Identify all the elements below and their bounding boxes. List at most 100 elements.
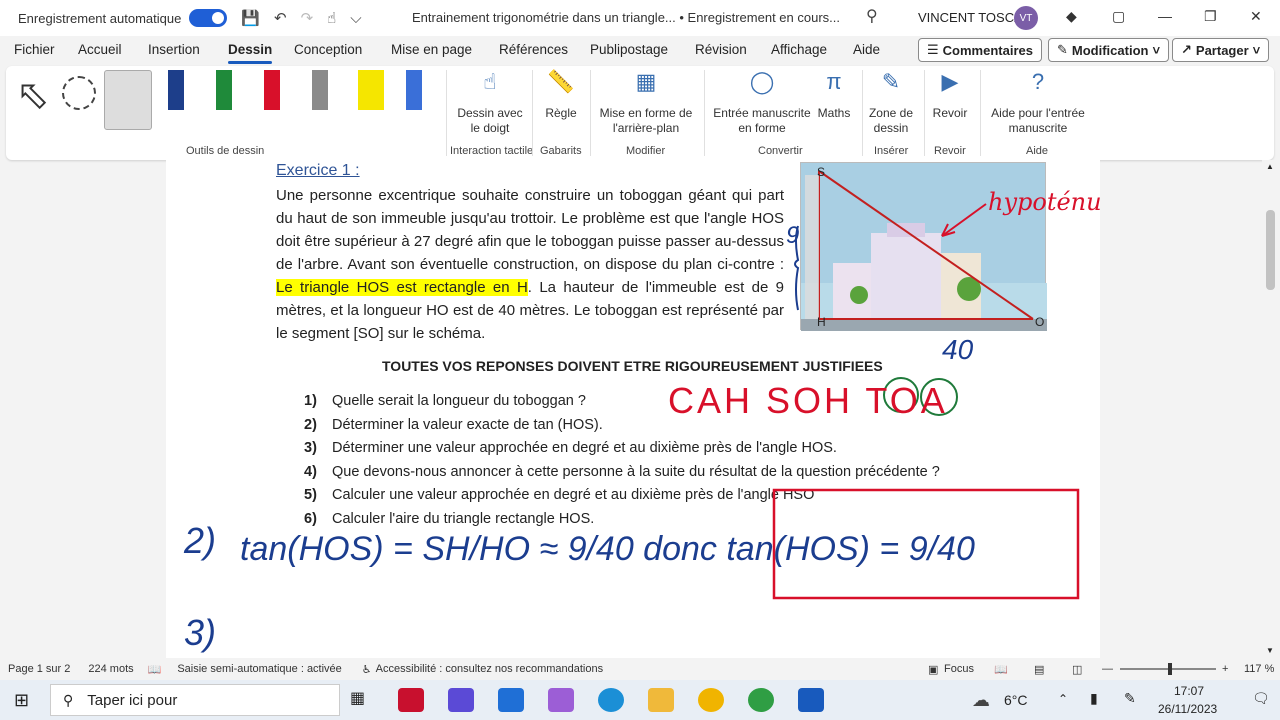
highlighted-text: Le triangle HOS est rectangle en H bbox=[276, 279, 528, 296]
highlighter-icon[interactable] bbox=[358, 70, 384, 110]
ink-help-button[interactable]: ? Aide pour l'entrée manuscrite bbox=[986, 71, 1090, 136]
temperature[interactable]: 6°C bbox=[1004, 692, 1028, 708]
accessibility-status[interactable]: Accessibilité : consultez nos recommanda… bbox=[376, 663, 603, 675]
tab-publipostage[interactable]: Publipostage bbox=[590, 42, 668, 57]
ink-question-3[interactable]: 3) bbox=[184, 612, 216, 654]
redo-icon[interactable]: ↷ bbox=[301, 9, 314, 27]
ink-hypotenuse[interactable]: hypoténuse bbox=[988, 188, 1100, 216]
windows-start-icon[interactable]: ⊞ bbox=[14, 690, 29, 711]
ribbon-display-icon[interactable]: ▢ bbox=[1112, 8, 1125, 25]
print-layout-icon[interactable]: ▤ bbox=[1034, 663, 1044, 676]
chevron-up-icon[interactable]: ⌃ bbox=[1058, 692, 1068, 706]
select-cursor-icon[interactable]: ⬁ bbox=[16, 72, 50, 118]
restore-icon[interactable]: ❐ bbox=[1204, 8, 1217, 25]
editing-mode-button[interactable]: ✎ Modification ˅ bbox=[1048, 38, 1170, 62]
tab-accueil[interactable]: Accueil bbox=[78, 42, 122, 57]
edge-icon[interactable] bbox=[598, 688, 624, 712]
user-name[interactable]: VINCENT TOSCA bbox=[918, 10, 1023, 25]
scroll-down-icon[interactable]: ▼ bbox=[1266, 646, 1274, 655]
separator bbox=[532, 70, 533, 156]
eraser-tool[interactable] bbox=[104, 70, 152, 130]
play-icon: ▶ bbox=[941, 69, 959, 94]
task-view-icon[interactable]: ▦ bbox=[350, 688, 376, 712]
pencil-grey-icon[interactable] bbox=[312, 70, 328, 110]
pen-blue-icon[interactable] bbox=[168, 70, 184, 110]
question-text: Quelle serait la longueur du toboggan ? bbox=[332, 393, 586, 409]
autosave-toggle[interactable] bbox=[189, 9, 228, 27]
mail-icon[interactable] bbox=[498, 688, 524, 712]
zoom-slider-thumb[interactable] bbox=[1168, 663, 1172, 675]
ribbon: ⬁ Outils de dessin ☝ Dessin avec le doigt… bbox=[6, 66, 1274, 160]
app-icon[interactable] bbox=[698, 688, 724, 712]
notification-icon[interactable]: 🗨 bbox=[1252, 690, 1270, 707]
pi-icon: π bbox=[826, 69, 842, 94]
save-icon[interactable]: 💾 bbox=[241, 9, 260, 27]
ink-nine[interactable]: 9 bbox=[786, 222, 799, 250]
drawing-canvas-button[interactable]: ✎ Zone de dessin bbox=[866, 71, 916, 136]
vertical-scrollbar[interactable]: ▲ ▼ bbox=[1262, 160, 1280, 658]
tab-insertion[interactable]: Insertion bbox=[148, 42, 200, 57]
mcafee-icon[interactable] bbox=[398, 688, 424, 712]
background-format-button[interactable]: ▦ Mise en forme de l'arrière-plan bbox=[596, 71, 696, 136]
file-explorer-icon[interactable] bbox=[648, 688, 674, 712]
tab-revision[interactable]: Révision bbox=[695, 42, 747, 57]
zoom-in-icon[interactable]: + bbox=[1222, 663, 1228, 675]
close-icon[interactable]: ✕ bbox=[1250, 8, 1262, 25]
premium-icon[interactable]: ◆ bbox=[1066, 8, 1077, 25]
battery-icon[interactable]: ▮ bbox=[1090, 690, 1098, 707]
proofing-icon[interactable]: 📖 bbox=[148, 663, 162, 676]
tab-mise-en-page[interactable]: Mise en page bbox=[391, 42, 472, 57]
web-layout-icon[interactable]: ◫ bbox=[1072, 663, 1082, 676]
page-counter[interactable]: Page 1 sur 2 bbox=[8, 663, 70, 675]
customize-icon[interactable]: ⌵ bbox=[350, 10, 361, 27]
tab-dessin[interactable]: Dessin bbox=[228, 42, 273, 64]
clock-date[interactable]: 26/11/2023 bbox=[1158, 702, 1217, 716]
exercise-paragraph: Une personne excentrique souhaite constr… bbox=[276, 184, 784, 345]
ink-equation[interactable]: tan(HOS) = SH/HO ≈ 9/40 donc tan(HOS) = … bbox=[240, 530, 975, 569]
word-icon[interactable] bbox=[798, 688, 824, 712]
pen-icon[interactable]: ✎ bbox=[1124, 690, 1136, 707]
search-icon[interactable]: ⚲ bbox=[866, 6, 878, 26]
chrome-icon[interactable] bbox=[748, 688, 774, 712]
ink-to-shape-button[interactable]: ◯ Entrée manuscrite en forme bbox=[710, 71, 814, 136]
minimize-icon[interactable]: — bbox=[1158, 8, 1172, 24]
focus-button[interactable]: Focus bbox=[944, 663, 974, 675]
touch-mode-icon[interactable]: ☝ bbox=[327, 9, 336, 27]
lasso-icon[interactable] bbox=[62, 76, 96, 110]
scroll-up-icon[interactable]: ▲ bbox=[1266, 162, 1274, 171]
ink-help-label: Aide pour l'entrée manuscrite bbox=[991, 106, 1085, 135]
pen-green-icon[interactable] bbox=[216, 70, 232, 110]
zoom-out-icon[interactable]: — bbox=[1102, 663, 1113, 675]
taskbar-search[interactable]: ⚲ Taper ici pour bbox=[50, 684, 340, 716]
ruler-button[interactable]: 📏 Règle bbox=[538, 71, 584, 121]
ink-math-button[interactable]: π Maths bbox=[812, 69, 856, 121]
question-text: Que devons-nous annoncer à cette personn… bbox=[332, 463, 940, 480]
undo-icon[interactable]: ↶ bbox=[274, 9, 287, 27]
action-pen-icon[interactable] bbox=[406, 70, 422, 110]
paint-icon[interactable] bbox=[548, 688, 574, 712]
text-prediction[interactable]: Saisie semi-automatique : activée bbox=[177, 663, 341, 675]
ink-cah-soh-toa[interactable]: CAH SOH TOA bbox=[668, 380, 948, 422]
document-title[interactable]: Entrainement trigonométrie dans un trian… bbox=[412, 10, 840, 25]
tab-conception[interactable]: Conception bbox=[294, 42, 362, 57]
weather-icon[interactable]: ☁ bbox=[972, 690, 990, 711]
document-page[interactable]: Exercice 1 : Une personne excentrique so… bbox=[166, 160, 1100, 658]
comments-button[interactable]: ☰ Commentaires bbox=[918, 38, 1042, 62]
tab-affichage[interactable]: Affichage bbox=[771, 42, 827, 57]
read-mode-icon[interactable]: 📖 bbox=[994, 663, 1008, 676]
ink-question-2[interactable]: 2) bbox=[184, 520, 216, 562]
ink-replay-button[interactable]: ▶ Revoir bbox=[928, 69, 972, 121]
copilot-icon[interactable] bbox=[448, 688, 474, 712]
tab-aide[interactable]: Aide bbox=[853, 42, 880, 57]
tab-references[interactable]: Références bbox=[499, 42, 568, 57]
tab-fichier[interactable]: Fichier bbox=[14, 42, 55, 57]
clock-time[interactable]: 17:07 bbox=[1174, 684, 1204, 698]
scroll-thumb[interactable] bbox=[1266, 210, 1275, 290]
avatar[interactable]: VT bbox=[1014, 6, 1038, 30]
share-button[interactable]: ↗ Partager ˅ bbox=[1172, 38, 1270, 62]
finger-draw-button[interactable]: ☝ Dessin avec le doigt bbox=[454, 71, 526, 136]
pen-red-icon[interactable] bbox=[264, 70, 280, 110]
ink-forty[interactable]: 40 bbox=[942, 334, 973, 366]
zoom-level[interactable]: 117 % bbox=[1244, 663, 1274, 675]
word-count[interactable]: 224 mots bbox=[88, 663, 133, 675]
